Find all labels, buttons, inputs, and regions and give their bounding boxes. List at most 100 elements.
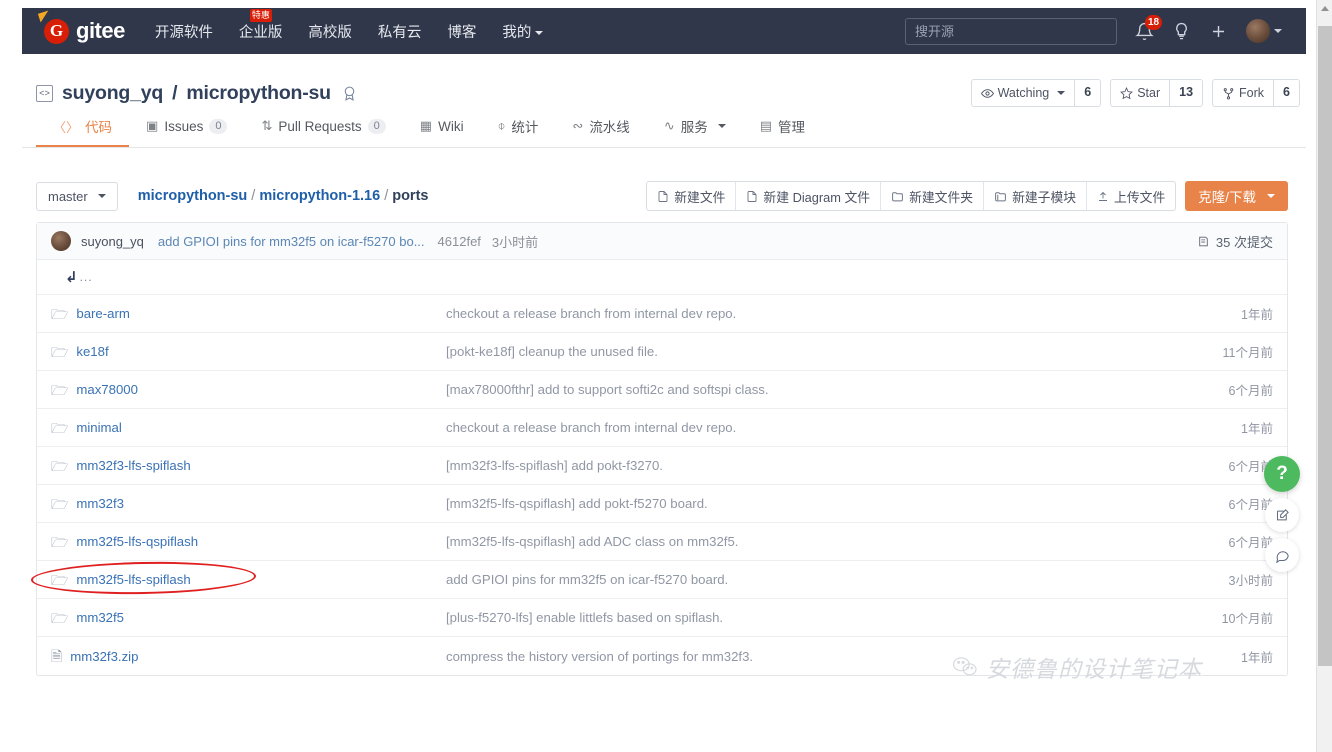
wiki-icon: ▦: [419, 118, 433, 133]
table-row[interactable]: 🗁 mm32f3-lfs-spiflash [mm32f3-lfs-spifla…: [37, 447, 1287, 485]
avatar[interactable]: [1246, 19, 1282, 43]
floating-widget-stack: ?: [1264, 456, 1300, 572]
tab-statistics[interactable]: ⌽ 统计: [481, 116, 556, 147]
watch-button-group[interactable]: Watching 6: [970, 79, 1102, 107]
watch-count[interactable]: 6: [1074, 80, 1101, 106]
help-button[interactable]: ?: [1264, 456, 1300, 492]
repo-owner[interactable]: suyong_yq: [62, 82, 163, 105]
nav-item-university[interactable]: 高校版: [308, 21, 352, 42]
fork-count[interactable]: 6: [1273, 80, 1299, 106]
commit-sha[interactable]: 4612fef: [438, 234, 481, 249]
manage-icon: ▤: [759, 118, 773, 133]
nav-item-mine[interactable]: 我的: [502, 21, 544, 42]
table-row[interactable]: 🗁 max78000 [max78000fthr] add to support…: [37, 371, 1287, 409]
fork-button-group[interactable]: Fork 6: [1212, 79, 1300, 107]
folder-icon: 🗁: [51, 495, 69, 512]
file-link[interactable]: minimal: [76, 420, 121, 435]
gitee-logo[interactable]: G gitee: [37, 10, 125, 44]
award-badge-icon[interactable]: [340, 84, 359, 103]
file-time: 1年前: [1241, 308, 1273, 322]
file-commit-message[interactable]: [mm32f5-lfs-qspiflash] add ADC class on …: [446, 534, 1185, 549]
file-commit-message[interactable]: [plus-f5270-lfs] enable littlefs based o…: [446, 610, 1185, 625]
browser-scrollbar[interactable]: [1316, 0, 1332, 752]
new-file-icon: [658, 190, 668, 202]
file-link[interactable]: ke18f: [76, 344, 108, 359]
table-row[interactable]: 🗁 bare-arm checkout a release branch fro…: [37, 295, 1287, 333]
tab-wiki[interactable]: ▦ Wiki: [403, 116, 481, 147]
breadcrumb-item-0[interactable]: micropython-su: [138, 188, 248, 204]
file-link[interactable]: bare-arm: [76, 306, 130, 321]
file-commit-message[interactable]: checkout a release branch from internal …: [446, 306, 1185, 321]
breadcrumb-separator: /: [384, 188, 389, 204]
file-link[interactable]: mm32f5-lfs-qspiflash: [76, 534, 198, 549]
bell-icon[interactable]: 18: [1135, 14, 1163, 41]
tab-manage[interactable]: ▤ 管理: [743, 116, 822, 147]
nav-item-enterprise[interactable]: 特惠 企业版: [239, 8, 282, 42]
table-row[interactable]: 🗁 ke18f [pokt-ke18f] cleanup the unused …: [37, 333, 1287, 371]
tab-service[interactable]: ∿ 服务: [647, 116, 743, 147]
star-button[interactable]: Star: [1111, 80, 1169, 106]
file-commit-message[interactable]: [mm32f5-lfs-qspiflash] add pokt-f5270 bo…: [446, 496, 1185, 511]
star-button-group[interactable]: Star 13: [1110, 79, 1204, 107]
table-row[interactable]: 🗁 minimal checkout a release branch from…: [37, 409, 1287, 447]
new-file-button[interactable]: 新建文件: [647, 182, 737, 210]
file-name-cell: 🗁 max78000: [51, 382, 446, 397]
file-commit-message[interactable]: add GPIOI pins for mm32f5 on icar-f5270 …: [446, 572, 1185, 587]
upload-icon: [1099, 191, 1108, 201]
tab-pull-requests[interactable]: ⇅ Pull Requests 0: [244, 116, 402, 147]
file-time: 3小时前: [1228, 574, 1273, 588]
table-row[interactable]: 🗁 mm32f3 [mm32f5-lfs-qspiflash] add pokt…: [37, 485, 1287, 523]
scrollbar-thumb[interactable]: [1318, 26, 1332, 666]
new-submodule-button[interactable]: 新建子模块: [984, 182, 1088, 210]
file-link[interactable]: max78000: [76, 382, 138, 397]
tab-code[interactable]: 〈〉 代码: [36, 116, 130, 147]
branch-selector[interactable]: master: [36, 181, 118, 211]
tab-pipeline[interactable]: ∾ 流水线: [555, 116, 646, 147]
nav-item-privatecloud[interactable]: 私有云: [378, 21, 422, 42]
tab-label: 代码: [85, 120, 113, 135]
repository-header: <> suyong_yq / micropython-su Watching 6: [22, 62, 1306, 148]
nav-item-opensource[interactable]: 开源软件: [155, 21, 213, 42]
feedback-button[interactable]: [1265, 498, 1299, 532]
file-link[interactable]: mm32f5-lfs-spiflash: [76, 572, 190, 587]
chevron-down-icon: [717, 124, 726, 128]
search-input[interactable]: [905, 17, 1117, 45]
file-name-cell: 🗎 mm32f3.zip: [51, 649, 446, 664]
comment-button[interactable]: [1265, 538, 1299, 572]
file-commit-message[interactable]: compress the history version of portings…: [446, 649, 1185, 664]
file-commit-message[interactable]: checkout a release branch from internal …: [446, 420, 1185, 435]
table-row[interactable]: 🗁 mm32f5-lfs-spiflash add GPIOI pins for…: [30, 560, 1287, 599]
lightbulb-icon[interactable]: [1172, 22, 1191, 41]
file-commit-message[interactable]: [mm32f3-lfs-spiflash] add pokt-f3270.: [446, 458, 1185, 473]
plus-icon[interactable]: [1209, 22, 1228, 41]
upload-file-button[interactable]: 上传文件: [1087, 182, 1175, 210]
commit-count-link[interactable]: 35 次提交: [1197, 232, 1273, 251]
watch-button[interactable]: Watching: [972, 80, 1075, 106]
nav-item-blog[interactable]: 博客: [447, 21, 476, 42]
file-link[interactable]: mm32f3-lfs-spiflash: [76, 458, 190, 473]
scroll-up-arrow-icon[interactable]: [1321, 6, 1329, 11]
eye-icon: [980, 88, 994, 98]
breadcrumb-separator: /: [251, 188, 256, 204]
folder-icon: 🗁: [51, 457, 69, 474]
repo-name[interactable]: micropython-su: [186, 82, 331, 105]
table-row[interactable]: 🗎 mm32f3.zip compress the history versio…: [37, 637, 1287, 675]
file-link[interactable]: mm32f3: [76, 496, 124, 511]
file-commit-message[interactable]: [max78000fthr] add to support softi2c an…: [446, 382, 1185, 397]
breadcrumb-item-1[interactable]: micropython-1.16: [259, 188, 380, 204]
file-commit-message[interactable]: [pokt-ke18f] cleanup the unused file.: [446, 344, 1185, 359]
new-diagram-button[interactable]: 新建 Diagram 文件: [736, 182, 882, 210]
table-row[interactable]: 🗁 mm32f5 [plus-f5270-lfs] enable littlef…: [37, 599, 1287, 637]
table-row[interactable]: 🗁 mm32f5-lfs-qspiflash [mm32f5-lfs-qspif…: [37, 523, 1287, 561]
file-link[interactable]: mm32f3.zip: [70, 649, 138, 664]
commit-message[interactable]: add GPIOI pins for mm32f5 on icar-f5270 …: [158, 234, 425, 249]
parent-directory-row[interactable]: ↲ ...: [37, 260, 1287, 295]
new-folder-button[interactable]: 新建文件夹: [881, 182, 985, 210]
fork-button[interactable]: Fork: [1213, 80, 1273, 106]
new-folder-icon: [892, 191, 903, 201]
tab-issues[interactable]: ▣ Issues 0: [129, 116, 244, 147]
clone-download-button[interactable]: 克隆/下载: [1185, 181, 1288, 211]
star-count[interactable]: 13: [1169, 80, 1203, 106]
commit-author[interactable]: suyong_yq: [81, 234, 144, 249]
file-link[interactable]: mm32f5: [76, 610, 124, 625]
